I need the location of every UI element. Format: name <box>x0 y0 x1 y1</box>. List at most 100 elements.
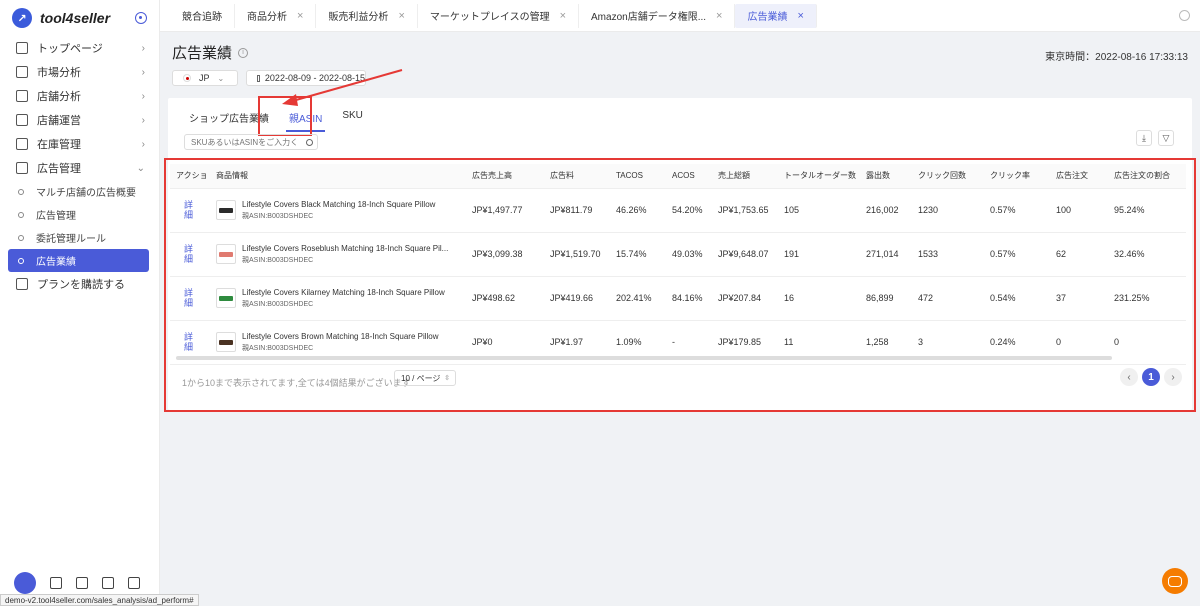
close-icon[interactable]: × <box>560 10 566 22</box>
sidebar-item-0[interactable]: トップページ › <box>0 36 159 60</box>
detail-link[interactable]: 詳細 <box>176 332 193 352</box>
cell-impressions: 86,899 <box>860 276 912 321</box>
store-icon <box>16 114 28 126</box>
product-name[interactable]: Lifestyle Covers Brown Matching 18-Inch … <box>242 332 452 341</box>
column-header-4[interactable]: TACOS <box>610 164 666 189</box>
detail-link[interactable]: 詳細 <box>176 244 193 264</box>
cell-total-sales: JP¥9,648.07 <box>712 232 778 277</box>
column-header-6[interactable]: 売上総額 <box>712 164 778 189</box>
column-header-9[interactable]: クリック回数 <box>912 164 984 189</box>
filter-button[interactable]: ▽ <box>1158 130 1174 146</box>
sidebar-item-1[interactable]: 市場分析 › <box>0 60 159 84</box>
tokyo-time: 東京時間：2022-08-16 17:33:13 <box>1045 52 1188 63</box>
sidebar-item-plan[interactable]: プランを購読する <box>0 272 159 296</box>
collapse-icon[interactable] <box>135 12 147 24</box>
sidebar-subitem-label: マルチ店舗の広告概要 <box>36 188 136 199</box>
date-range-picker[interactable]: 2022-08-09 - 2022-08-15 <box>246 70 366 86</box>
sidebar-item-2[interactable]: 店舗分析 › <box>0 84 159 108</box>
download-icon[interactable] <box>76 577 88 589</box>
sidebar-subitem-0[interactable]: マルチ店舗の広告概要 <box>0 180 159 203</box>
detail-link[interactable]: 詳細 <box>176 200 193 220</box>
cell-ad-cost: JP¥419.66 <box>544 276 610 321</box>
product-thumbnail[interactable] <box>216 244 236 264</box>
chevron-left-icon: ‹ <box>1127 371 1131 383</box>
ad-performance-card: ショップ広告業績親ASINSKU ⤓ ▽ アクショ商品情報広告売上高広告料TAC… <box>164 96 1196 412</box>
sidebar-item-4[interactable]: 在庫管理 › <box>0 132 159 156</box>
sidebar-item-label: トップページ <box>37 43 103 55</box>
info-icon[interactable]: i <box>238 47 249 58</box>
top-tab-label: 広告業績 <box>747 12 788 23</box>
mobile-icon[interactable] <box>128 577 140 589</box>
chart-icon <box>16 90 28 102</box>
close-icon[interactable]: × <box>297 10 303 22</box>
page-size-value: 10 / ページ <box>401 373 441 383</box>
close-icon[interactable]: × <box>716 10 722 22</box>
column-header-2[interactable]: 広告売上高 <box>466 164 544 189</box>
page-size-select[interactable]: 10 / ページ ⇳ <box>394 370 456 386</box>
country-value: JP <box>199 73 210 83</box>
search-input[interactable] <box>191 137 301 147</box>
top-tab-5[interactable]: 広告業績 × <box>735 3 817 28</box>
calendar-icon <box>257 74 260 82</box>
download-button[interactable]: ⤓ <box>1136 130 1152 146</box>
column-header-0[interactable]: アクショ <box>170 164 210 189</box>
product-name[interactable]: Lifestyle Covers Kilarney Matching 18-In… <box>242 288 452 297</box>
column-header-5[interactable]: ACOS <box>666 164 712 189</box>
column-header-12[interactable]: 広告注文の割合 <box>1108 164 1186 189</box>
top-tab-1[interactable]: 商品分析 × <box>235 3 317 28</box>
product-thumbnail[interactable] <box>216 288 236 308</box>
product-thumbnail[interactable] <box>216 332 236 352</box>
detail-link[interactable]: 詳細 <box>176 288 193 308</box>
logo-mark-icon: ↗ <box>12 8 32 28</box>
logo[interactable]: ↗ tool4seller <box>0 0 159 36</box>
cell-orders: 191 <box>778 232 860 277</box>
cell-tacos: 202.41% <box>610 276 666 321</box>
cell-ad-orders: 100 <box>1050 188 1108 233</box>
sidebar-item-label: プランを購読する <box>37 279 125 291</box>
top-tab-3[interactable]: マーケットプレイスの管理 × <box>418 3 580 28</box>
column-header-10[interactable]: クリック率 <box>984 164 1050 189</box>
avatar[interactable] <box>14 572 36 594</box>
sidebar-item-3[interactable]: 店舗運営 › <box>0 108 159 132</box>
cell-tacos: 46.26% <box>610 188 666 233</box>
column-header-1[interactable]: 商品情報 <box>210 164 466 189</box>
sidebar-item-5[interactable]: 広告管理 ⌄ <box>0 156 159 180</box>
prev-page-button[interactable]: ‹ <box>1120 368 1138 386</box>
product-cell: Lifestyle Covers Black Matching 18-Inch … <box>210 188 466 233</box>
horizontal-scrollbar[interactable] <box>176 356 1112 360</box>
product-cell: Lifestyle Covers Roseblush Matching 18-I… <box>210 232 466 277</box>
search-icon[interactable] <box>306 138 313 146</box>
sub-tab-2[interactable]: SKU <box>339 108 366 128</box>
language-icon[interactable] <box>102 577 114 589</box>
page-button-current[interactable]: 1 <box>1142 368 1160 386</box>
top-tab-2[interactable]: 販売利益分析 × <box>316 3 418 28</box>
column-header-11[interactable]: 広告注文 <box>1050 164 1108 189</box>
close-icon[interactable]: × <box>797 10 803 22</box>
sidebar-subitem-2[interactable]: 委託管理ルール <box>0 226 159 249</box>
close-icon[interactable]: × <box>398 10 404 22</box>
cell-acos: 54.20% <box>666 188 712 233</box>
sidebar-subitem-1[interactable]: 広告管理 <box>0 203 159 226</box>
column-header-3[interactable]: 広告料 <box>544 164 610 189</box>
product-name[interactable]: Lifestyle Covers Roseblush Matching 18-I… <box>242 244 452 253</box>
main-content: 広告業績 i 東京時間：2022-08-16 17:33:13 JP ⌄ 202… <box>160 32 1200 606</box>
search-box[interactable] <box>184 134 318 150</box>
action-cell: 詳細 <box>170 276 210 321</box>
mail-icon[interactable] <box>50 577 62 589</box>
inventory-icon <box>16 138 28 150</box>
country-select[interactable]: JP ⌄ <box>172 70 238 86</box>
product-name[interactable]: Lifestyle Covers Black Matching 18-Inch … <box>242 200 452 209</box>
top-tab-4[interactable]: Amazon店舗データ権限... × <box>579 3 736 28</box>
download-icon: ⤓ <box>1142 132 1146 143</box>
next-page-button[interactable]: › <box>1164 368 1182 386</box>
cell-clicks: 1533 <box>912 232 984 277</box>
product-thumbnail[interactable] <box>216 200 236 220</box>
column-header-7[interactable]: トータルオーダー数 <box>778 164 860 189</box>
clock-icon[interactable] <box>1179 10 1190 21</box>
column-header-8[interactable]: 露出数 <box>860 164 912 189</box>
sidebar-subitem-3[interactable]: 広告業績 <box>8 249 149 272</box>
top-tab-0[interactable]: 競合追跡 <box>170 3 235 28</box>
chevron-right-icon: › <box>141 42 145 54</box>
chat-icon[interactable] <box>1162 568 1188 594</box>
cell-ad-order-ratio: 95.24% <box>1108 188 1186 233</box>
